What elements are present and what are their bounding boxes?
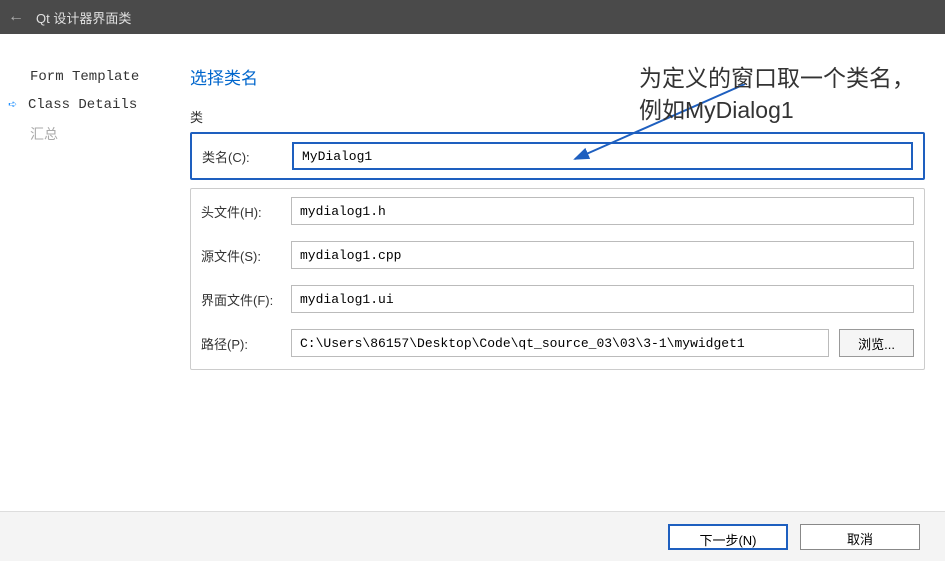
sidebar-item-label: 汇总 <box>30 124 58 144</box>
title-bar: ← Qt 设计器界面类 <box>0 0 945 34</box>
current-step-arrow-icon: ➪ <box>8 95 28 114</box>
file-fields-group: 头文件(H): 源文件(S): 界面文件(F): 路径(P): 浏览... <box>190 188 925 370</box>
path-row: 路径(P): 浏览... <box>191 321 924 369</box>
class-name-group: 类名(C): <box>190 132 925 180</box>
back-arrow-icon[interactable]: ← <box>8 8 24 26</box>
window-title: Qt 设计器界面类 <box>36 8 131 27</box>
ui-file-row: 界面文件(F): <box>191 277 924 321</box>
path-input[interactable] <box>291 329 829 357</box>
cancel-button[interactable]: 取消 <box>800 524 920 550</box>
wizard-sidebar: Form Template ➪ Class Details 汇总 <box>0 34 170 511</box>
source-file-label: 源文件(S): <box>201 246 291 265</box>
sidebar-item-class-details[interactable]: ➪ Class Details <box>30 90 170 119</box>
group-label: 类 <box>190 107 925 126</box>
bottom-bar: 下一步(N) 取消 <box>0 511 945 561</box>
path-label: 路径(P): <box>201 334 291 353</box>
main-panel: 选择类名 类 类名(C): 头文件(H): 源文件(S): 界面文件(F): 路 <box>170 34 945 511</box>
header-file-row: 头文件(H): <box>191 189 924 233</box>
page-title: 选择类名 <box>190 64 925 89</box>
header-file-label: 头文件(H): <box>201 202 291 221</box>
class-name-label: 类名(C): <box>202 147 292 166</box>
ui-file-input[interactable] <box>291 285 914 313</box>
sidebar-item-summary: 汇总 <box>30 119 170 149</box>
ui-file-label: 界面文件(F): <box>201 290 291 309</box>
sidebar-item-label: Form Template <box>30 69 139 85</box>
source-file-row: 源文件(S): <box>191 233 924 277</box>
next-button[interactable]: 下一步(N) <box>668 524 788 550</box>
class-name-input[interactable] <box>292 142 913 170</box>
browse-button[interactable]: 浏览... <box>839 329 914 357</box>
content-area: Form Template ➪ Class Details 汇总 选择类名 类 … <box>0 34 945 511</box>
sidebar-item-label: Class Details <box>28 97 137 113</box>
source-file-input[interactable] <box>291 241 914 269</box>
sidebar-item-form-template[interactable]: Form Template <box>30 64 170 90</box>
header-file-input[interactable] <box>291 197 914 225</box>
class-name-row: 类名(C): <box>192 134 923 178</box>
